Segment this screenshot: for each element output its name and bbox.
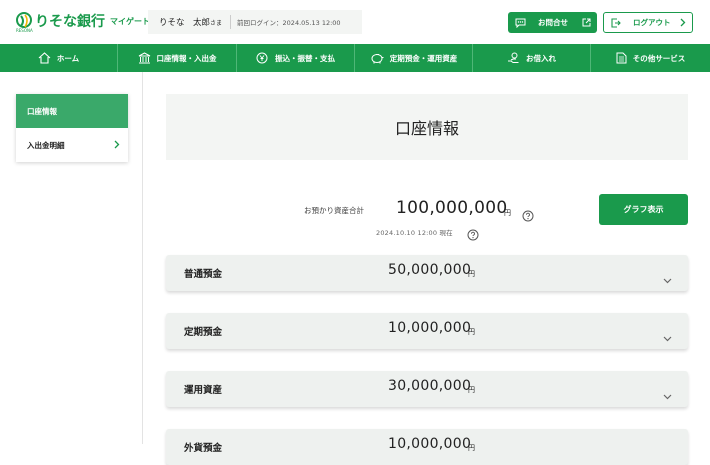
timestamp: 2024.10.10 12:00 現在 — [376, 229, 453, 237]
account-amount: 10,000,000 — [388, 320, 472, 336]
sidebar-item-transactions[interactable]: 入出金明細 — [16, 128, 128, 162]
nav-item-label: その他サービス — [632, 53, 686, 63]
account-row-savings[interactable]: 普通預金 50,000,000 円 — [166, 255, 688, 291]
logo-small-text: RESONA — [16, 28, 33, 33]
nav-item-transfer[interactable]: 振込・振替・支払 — [237, 44, 355, 72]
account-amount: 10,000,000 — [388, 436, 472, 452]
contact-label: お問合せ — [538, 18, 568, 27]
chevron-right-icon — [680, 18, 686, 27]
logo-text: りそな銀行 — [35, 14, 105, 30]
account-unit: 円 — [468, 270, 475, 278]
user-honorific: さま — [210, 20, 223, 27]
account-name: 外貨預金 — [184, 443, 223, 454]
nav-item-other[interactable]: その他サービス — [591, 44, 710, 72]
bank-icon — [138, 52, 150, 64]
home-icon — [38, 52, 51, 64]
account-row-investment[interactable]: 運用資産 30,000,000 円 — [166, 371, 688, 407]
account-amount: 50,000,000 — [388, 262, 472, 278]
total-assets-label: お預かり資産合計 — [304, 206, 364, 215]
hand-coin-icon — [508, 52, 519, 63]
nav-item-label: 振込・振替・支払 — [275, 53, 335, 63]
user-name-text: りそな 太郎 — [159, 18, 211, 28]
page-title: 口座情報 — [394, 119, 459, 138]
chevron-down-icon — [663, 327, 672, 346]
resona-logo[interactable]: りそな銀行 マイゲート — [16, 11, 150, 31]
user-info-box: りそな 太郎さま 前回ログイン：2024.05.13 12:00 — [148, 10, 362, 34]
account-unit: 円 — [468, 328, 475, 336]
chevron-down-icon — [663, 269, 672, 288]
document-icon — [616, 52, 627, 64]
total-assets-unit: 円 — [504, 209, 511, 217]
nav-item-label: ホーム — [56, 53, 80, 63]
piggy-bank-icon — [371, 54, 384, 64]
last-login: 前回ログイン：2024.05.13 12:00 — [237, 19, 341, 27]
logo-subtext: マイゲート — [110, 16, 150, 26]
total-assets-value: 100,000,000 — [396, 198, 508, 218]
account-row-foreign[interactable]: 外貨預金 10,000,000 円 — [166, 429, 688, 465]
account-name: 定期預金 — [184, 327, 223, 338]
account-amount: 30,000,000 — [388, 378, 472, 394]
nav-item-home[interactable]: ホーム — [0, 44, 118, 72]
logout-button[interactable]: ログアウト — [603, 12, 693, 33]
graph-button-label: グラフ表示 — [623, 205, 664, 214]
divider — [230, 15, 232, 29]
account-row-time-deposit[interactable]: 定期預金 10,000,000 円 — [166, 313, 688, 349]
external-link-icon — [582, 18, 591, 27]
contact-button[interactable]: お問合せ — [508, 12, 597, 33]
nav-item-label: 口座情報・入出金 — [156, 53, 217, 63]
help-icon[interactable] — [467, 226, 479, 245]
global-nav: ホーム 口座情報・入出金 振込・振替・支払 定期預金・運用資産 お借入れ その他… — [0, 44, 710, 72]
nav-item-loan[interactable]: お借入れ — [473, 44, 591, 72]
chat-icon — [515, 18, 526, 28]
account-unit: 円 — [468, 444, 475, 452]
account-unit: 円 — [468, 386, 475, 394]
yen-coin-icon — [256, 52, 268, 64]
header: りそな銀行 マイゲート RESONA りそな 太郎さま 前回ログイン：2024.… — [0, 0, 710, 44]
account-name: 普通預金 — [184, 269, 223, 280]
help-icon[interactable] — [522, 207, 534, 226]
chevron-right-icon — [114, 140, 120, 151]
sidebar-item-account-info[interactable]: 口座情報 — [16, 94, 128, 128]
graph-button[interactable]: グラフ表示 — [599, 194, 688, 225]
nav-item-label: お借入れ — [526, 53, 556, 63]
page-title-box: 口座情報 — [166, 94, 688, 160]
sidebar-item-label: 入出金明細 — [27, 140, 65, 150]
chevron-down-icon — [663, 385, 672, 404]
logout-icon — [611, 17, 621, 28]
nav-item-label: 定期預金・運用資産 — [389, 53, 458, 63]
nav-item-account[interactable]: 口座情報・入出金 — [118, 44, 237, 72]
sidebar: 口座情報 入出金明細 — [0, 72, 143, 444]
sidebar-item-label: 口座情報 — [27, 106, 57, 116]
side-menu: 口座情報 入出金明細 — [16, 94, 128, 162]
logout-label: ログアウト — [633, 18, 671, 27]
account-name: 運用資産 — [184, 385, 223, 396]
user-name: りそな 太郎さま — [159, 16, 222, 28]
nav-item-deposit[interactable]: 定期預金・運用資産 — [355, 44, 473, 72]
